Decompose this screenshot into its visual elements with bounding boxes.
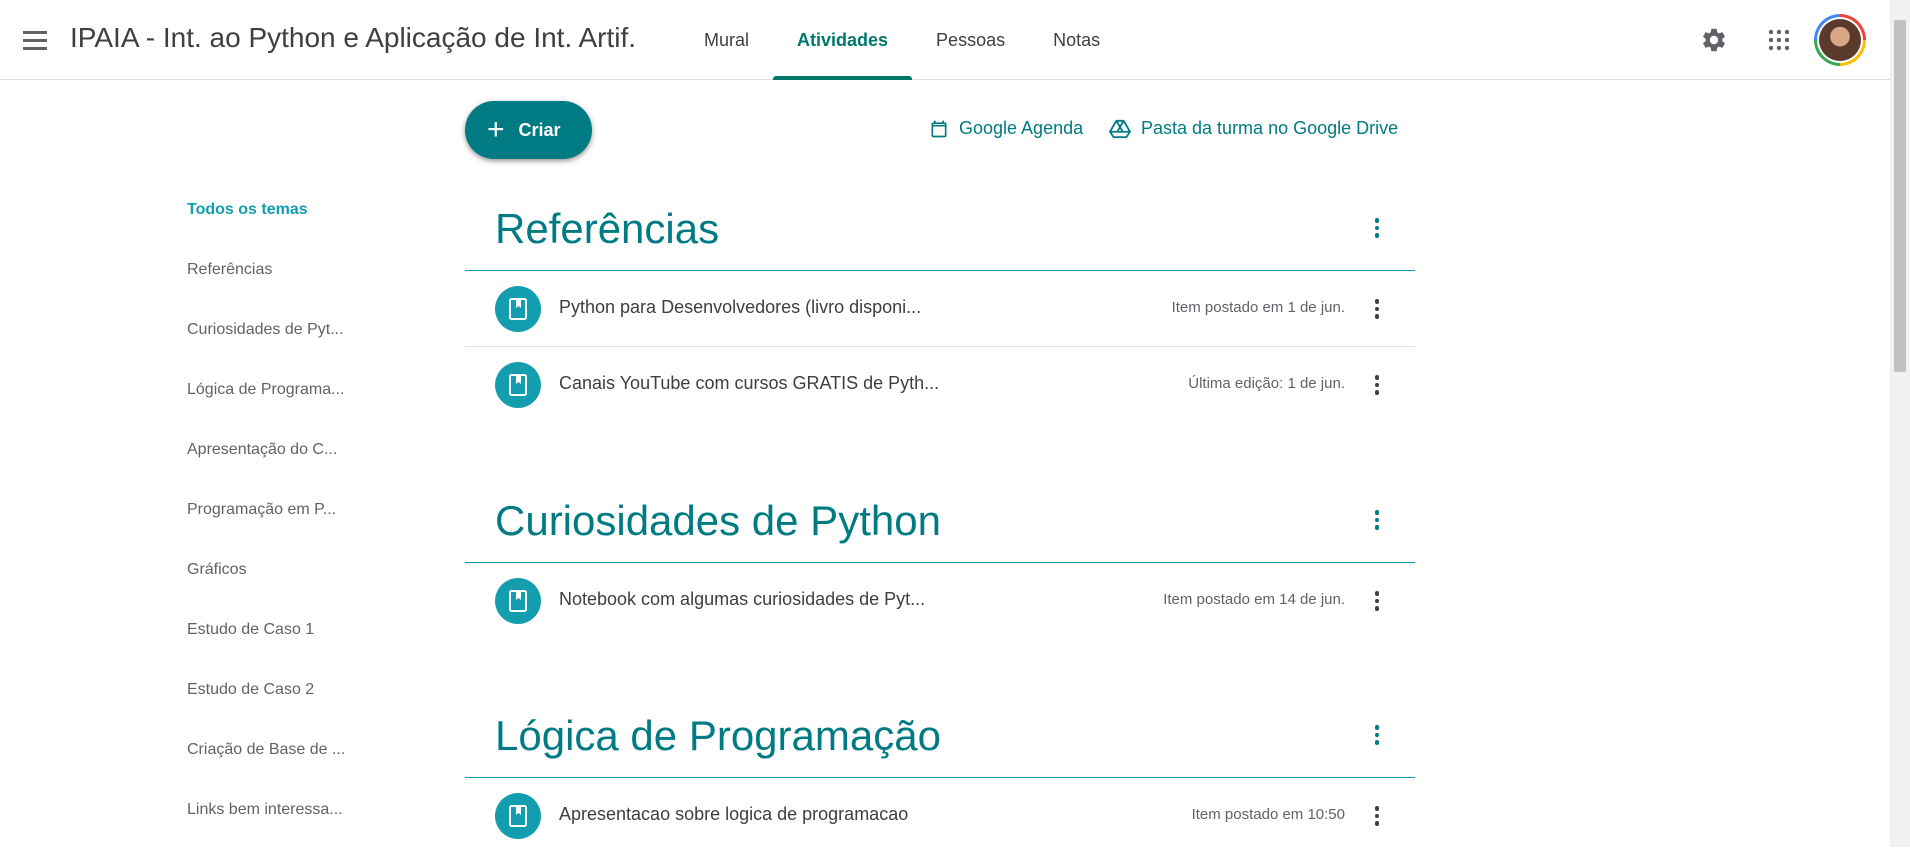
classwork-item[interactable]: Notebook com algumas curiosidades de Pyt… bbox=[465, 563, 1415, 639]
sidebar-item-referencias[interactable]: Referências bbox=[187, 240, 367, 300]
drive-folder-label: Pasta da turma no Google Drive bbox=[1141, 118, 1399, 138]
apps-grid-icon[interactable] bbox=[1761, 22, 1797, 58]
class-tabs: Mural Atividades Pessoas Notas bbox=[680, 0, 1124, 80]
sidebar-item-links[interactable]: Links bem interessa... bbox=[187, 780, 367, 840]
item-more-options-icon[interactable] bbox=[1359, 291, 1395, 327]
item-more-options-icon[interactable] bbox=[1359, 798, 1395, 834]
sidebar-item-estudo-caso-2[interactable]: Estudo de Caso 2 bbox=[187, 660, 367, 720]
tab-notas[interactable]: Notas bbox=[1029, 0, 1124, 80]
topic-header: Referências bbox=[465, 185, 1415, 271]
topic-title[interactable]: Lógica de Programação bbox=[495, 712, 941, 760]
plus-icon: + bbox=[487, 113, 505, 146]
item-title: Notebook com algumas curiosidades de Pyt… bbox=[559, 589, 926, 609]
sidebar-item-curiosidades[interactable]: Curiosidades de Pyt... bbox=[187, 300, 367, 360]
drive-folder-link[interactable]: Pasta da turma no Google Drive bbox=[1109, 118, 1398, 139]
create-button-label: Criar bbox=[518, 119, 561, 140]
topic-more-options-icon[interactable] bbox=[1359, 502, 1395, 538]
topic-title[interactable]: Curiosidades de Python bbox=[495, 497, 941, 545]
topic-more-options-icon[interactable] bbox=[1359, 210, 1395, 246]
sidebar-item-estudo-caso-1[interactable]: Estudo de Caso 1 bbox=[187, 600, 367, 660]
page-scrollbar[interactable] bbox=[1890, 0, 1910, 847]
item-title: Python para Desenvolvedores (livro dispo… bbox=[559, 297, 922, 317]
item-title: Apresentacao sobre logica de programacao bbox=[559, 804, 909, 824]
gear-icon[interactable] bbox=[1696, 22, 1732, 58]
classwork-item[interactable]: Canais YouTube com cursos GRATIS de Pyth… bbox=[465, 347, 1415, 423]
topic-header: Lógica de Programação bbox=[465, 692, 1415, 778]
item-date: Item postado em 14 de jun. bbox=[1163, 591, 1345, 608]
class-title[interactable]: IPAIA - Int. ao Python e Aplicação de In… bbox=[70, 22, 636, 54]
material-book-icon bbox=[495, 362, 541, 408]
google-drive-icon bbox=[1109, 119, 1131, 138]
classwork-item[interactable]: Python para Desenvolvedores (livro dispo… bbox=[465, 271, 1415, 347]
topic-section-logica: Lógica de Programação Apresentacao sobre… bbox=[465, 692, 1415, 854]
main-menu-icon[interactable] bbox=[17, 23, 53, 57]
material-book-icon bbox=[495, 578, 541, 624]
sidebar-item-apresentacao[interactable]: Apresentação do C... bbox=[187, 420, 367, 480]
sidebar-item-logica[interactable]: Lógica de Programa... bbox=[187, 360, 367, 420]
sidebar-item-todos-os-temas[interactable]: Todos os temas bbox=[187, 180, 367, 240]
topic-header: Curiosidades de Python bbox=[465, 477, 1415, 563]
tab-mural[interactable]: Mural bbox=[680, 0, 773, 80]
sidebar-item-graficos[interactable]: Gráficos bbox=[187, 540, 367, 600]
google-calendar-label: Google Agenda bbox=[959, 118, 1084, 138]
create-button[interactable]: + Criar bbox=[465, 101, 592, 159]
sidebar-item-criacao-base[interactable]: Criação de Base de ... bbox=[187, 720, 367, 780]
material-book-icon bbox=[495, 793, 541, 839]
topics-sidebar: Todos os temas Referências Curiosidades … bbox=[187, 180, 367, 840]
sidebar-item-programacao[interactable]: Programação em P... bbox=[187, 480, 367, 540]
top-app-bar: IPAIA - Int. ao Python e Aplicação de In… bbox=[0, 0, 1890, 80]
account-avatar[interactable] bbox=[1814, 14, 1866, 66]
tab-pessoas[interactable]: Pessoas bbox=[912, 0, 1029, 80]
tab-atividades[interactable]: Atividades bbox=[773, 0, 913, 80]
item-title: Canais YouTube com cursos GRATIS de Pyth… bbox=[559, 373, 940, 393]
item-date: Item postado em 10:50 bbox=[1191, 806, 1345, 823]
scrollbar-thumb[interactable] bbox=[1894, 20, 1906, 372]
google-calendar-link[interactable]: Google Agenda bbox=[929, 118, 1083, 139]
item-date: Item postado em 1 de jun. bbox=[1171, 299, 1345, 316]
topic-title[interactable]: Referências bbox=[495, 205, 719, 253]
topic-section-referencias: Referências Python para Desenvolvedores … bbox=[465, 185, 1415, 423]
item-more-options-icon[interactable] bbox=[1359, 367, 1395, 403]
classwork-item[interactable]: Apresentacao sobre logica de programacao… bbox=[465, 778, 1415, 854]
calendar-icon bbox=[931, 120, 947, 137]
item-date: Última edição: 1 de jun. bbox=[1188, 375, 1345, 392]
topic-more-options-icon[interactable] bbox=[1359, 717, 1395, 753]
topic-section-curiosidades: Curiosidades de Python Notebook com algu… bbox=[465, 477, 1415, 639]
material-book-icon bbox=[495, 286, 541, 332]
item-more-options-icon[interactable] bbox=[1359, 583, 1395, 619]
